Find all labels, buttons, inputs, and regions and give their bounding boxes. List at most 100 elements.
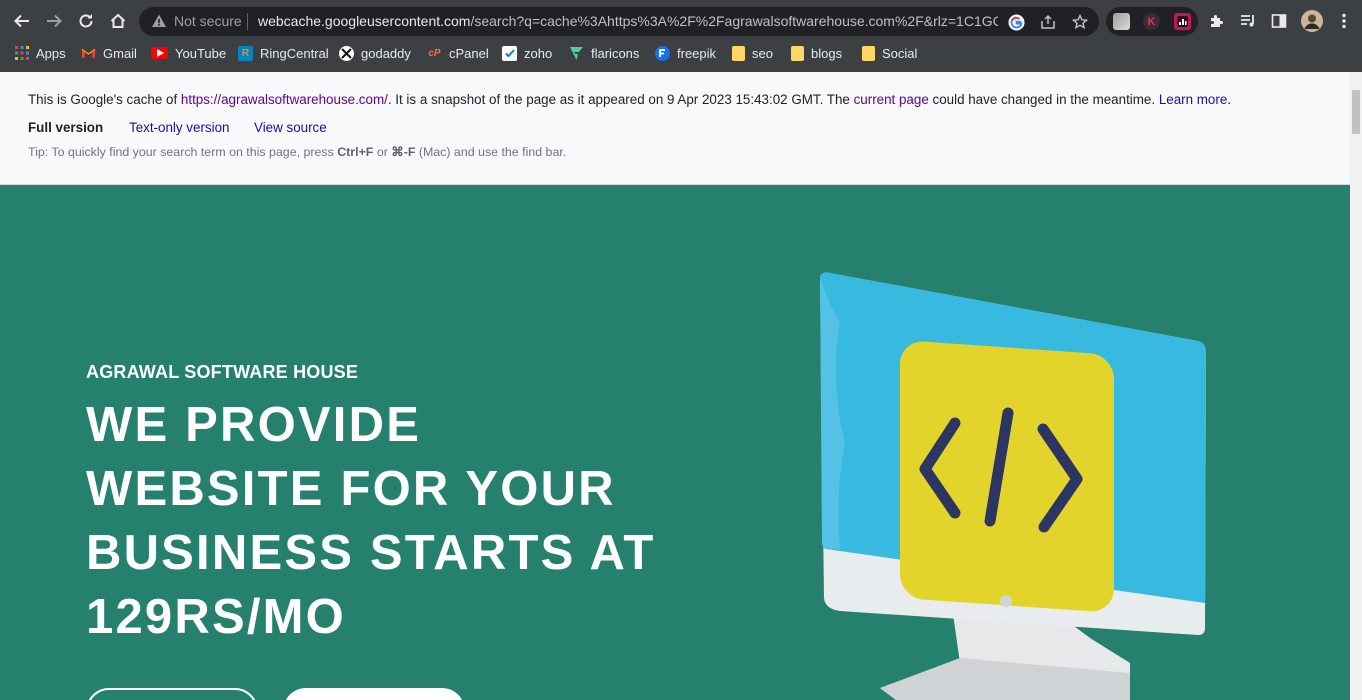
cache-notice: This is Google's cache of https://agrawa… <box>28 92 1231 107</box>
apps-grid-icon <box>14 46 29 61</box>
address-bar[interactable]: Not secure webcache.googleusercontent.co… <box>139 7 1099 36</box>
arrow-left-icon <box>14 14 29 28</box>
share-icon <box>1041 14 1055 29</box>
google-icon <box>1008 14 1024 30</box>
browser-chrome: Not secure webcache.googleusercontent.co… <box>0 0 1362 72</box>
back-button[interactable] <box>9 8 35 34</box>
forward-button[interactable] <box>41 8 67 34</box>
bookmark-youtube[interactable]: YouTube <box>151 42 226 64</box>
cache-banner: This is Google's cache of https://agrawa… <box>0 72 1350 185</box>
reload-button[interactable] <box>73 8 99 34</box>
folder-icon <box>791 45 804 61</box>
bookmark-folder-seo[interactable]: seo <box>732 42 773 64</box>
bookmarks-bar: Apps Gmail YouTube R RingCentral godaddy… <box>0 42 1362 64</box>
home-button[interactable] <box>105 8 131 34</box>
bookmark-label: Apps <box>36 45 66 61</box>
star-icon <box>1072 14 1088 30</box>
avatar <box>1301 10 1323 32</box>
monitor-code-illustration <box>820 272 1206 700</box>
headline-line: BUSINESS STARTS AT <box>86 526 656 580</box>
profile-button[interactable] <box>1301 10 1323 32</box>
bookmark-godaddy[interactable]: godaddy <box>339 42 411 64</box>
extensions-button[interactable] <box>1205 10 1227 32</box>
puzzle-icon <box>1210 14 1223 27</box>
find-tip: Tip: To quickly find your search term on… <box>28 144 566 159</box>
extensions-area: K <box>1106 7 1198 36</box>
bookmark-cpanel[interactable]: cP cPanel <box>427 42 488 64</box>
cache-snapshot-text: . It is a snapshot of the page as it app… <box>387 92 854 107</box>
gmail-icon <box>81 46 96 61</box>
bookmark-label: godaddy <box>361 45 411 61</box>
bookmark-apps[interactable]: Apps <box>14 42 66 64</box>
headline-line: 129RS/MO <box>86 590 346 644</box>
menu-button[interactable] <box>1333 10 1355 32</box>
warning-icon <box>152 14 166 27</box>
url-text[interactable]: webcache.googleusercontent.com/search?q=… <box>258 13 998 29</box>
full-version-label: Full version <box>28 120 104 135</box>
hero-solid-button[interactable] <box>283 688 465 700</box>
text-only-version-link[interactable]: Text-only version <box>129 120 229 135</box>
bookmark-zoho[interactable]: zoho <box>502 42 552 64</box>
bookmark-gmail[interactable]: Gmail <box>81 42 137 64</box>
current-page-link[interactable]: current page <box>854 92 929 107</box>
scrollbar-thumb[interactable] <box>1352 90 1360 134</box>
hero-headline: WE PROVIDE WEBSITE FOR YOUR BUSINESS STA… <box>86 393 706 649</box>
bookmark-label: Social <box>882 45 918 61</box>
hero-outline-button[interactable] <box>86 688 258 700</box>
youtube-icon <box>151 47 168 59</box>
kebab-menu-icon <box>1342 13 1346 29</box>
flaticon-icon <box>569 46 584 61</box>
bookmark-label: blogs <box>811 45 843 61</box>
bookmark-folder-blogs[interactable]: blogs <box>791 42 842 64</box>
headline-line: WEBSITE FOR YOUR <box>86 462 616 516</box>
godaddy-icon <box>339 45 354 61</box>
bookmark-label: RingCentral <box>260 45 329 61</box>
bookmark-folder-social[interactable]: Social <box>862 42 917 64</box>
url-path: /search?q=cache%3Ahttps%3A%2F%2Fagrawals… <box>470 13 998 29</box>
arrow-right-icon <box>47 14 62 28</box>
bookmark-ringcentral[interactable]: R RingCentral <box>238 42 329 64</box>
learn-more-link[interactable]: Learn more. <box>1159 92 1231 107</box>
company-name: AGRAWAL SOFTWARE HOUSE <box>86 362 359 382</box>
google-lens-button[interactable] <box>1006 12 1026 32</box>
folder-icon <box>862 45 875 61</box>
bookmark-star-button[interactable] <box>1070 12 1090 32</box>
bookmark-flaricons[interactable]: flaricons <box>569 42 639 64</box>
kaspersky-extension-icon[interactable]: K <box>1143 13 1160 30</box>
media-control-button[interactable] <box>1237 10 1259 32</box>
zoho-icon <box>502 45 517 61</box>
extension-one-icon[interactable] <box>1113 13 1130 30</box>
bookmark-label: seo <box>752 45 773 61</box>
hero-section: AGRAWAL SOFTWARE HOUSE WE PROVIDE WEBSIT… <box>0 185 1350 700</box>
bookmark-label: YouTube <box>175 45 227 61</box>
share-button[interactable] <box>1038 12 1058 32</box>
side-panel-button[interactable] <box>1268 10 1290 32</box>
tip-or: or <box>373 145 392 159</box>
bookmark-freepik[interactable]: freepik <box>655 42 716 64</box>
bookmark-label: freepik <box>677 45 717 61</box>
bookmark-label: Gmail <box>103 45 137 61</box>
playlist-icon <box>1241 15 1254 27</box>
tip-shortcut-mac: ⌘-F <box>391 145 416 159</box>
tip-shortcut-windows: Ctrl+F <box>337 145 374 159</box>
security-label[interactable]: Not secure <box>174 13 242 29</box>
omnibox-divider <box>247 13 248 30</box>
tip-suffix: (Mac) and use the find bar. <box>415 145 567 159</box>
side-panel-icon <box>1271 14 1287 28</box>
view-source-link[interactable]: View source <box>254 120 327 135</box>
page-scrollbar[interactable] <box>1350 72 1362 700</box>
analytics-extension-icon[interactable] <box>1174 13 1191 30</box>
headline-line: WE PROVIDE <box>86 398 422 452</box>
bookmark-label: flaricons <box>591 45 640 61</box>
cached-source-link[interactable]: https://agrawalsoftwarehouse.com/ <box>181 92 388 107</box>
home-icon <box>110 13 126 28</box>
cpanel-icon: cP <box>428 47 441 59</box>
cache-intro-text: This is Google's cache of <box>28 92 181 107</box>
cache-changed-text: could have changed in the meantime. <box>928 92 1159 107</box>
reload-icon <box>79 14 93 28</box>
bar-chart-icon <box>1177 16 1188 27</box>
folder-icon <box>732 45 745 61</box>
freepik-icon <box>655 45 670 61</box>
browser-toolbar: Not secure webcache.googleusercontent.co… <box>0 6 1362 36</box>
ringcentral-icon: R <box>238 45 253 61</box>
